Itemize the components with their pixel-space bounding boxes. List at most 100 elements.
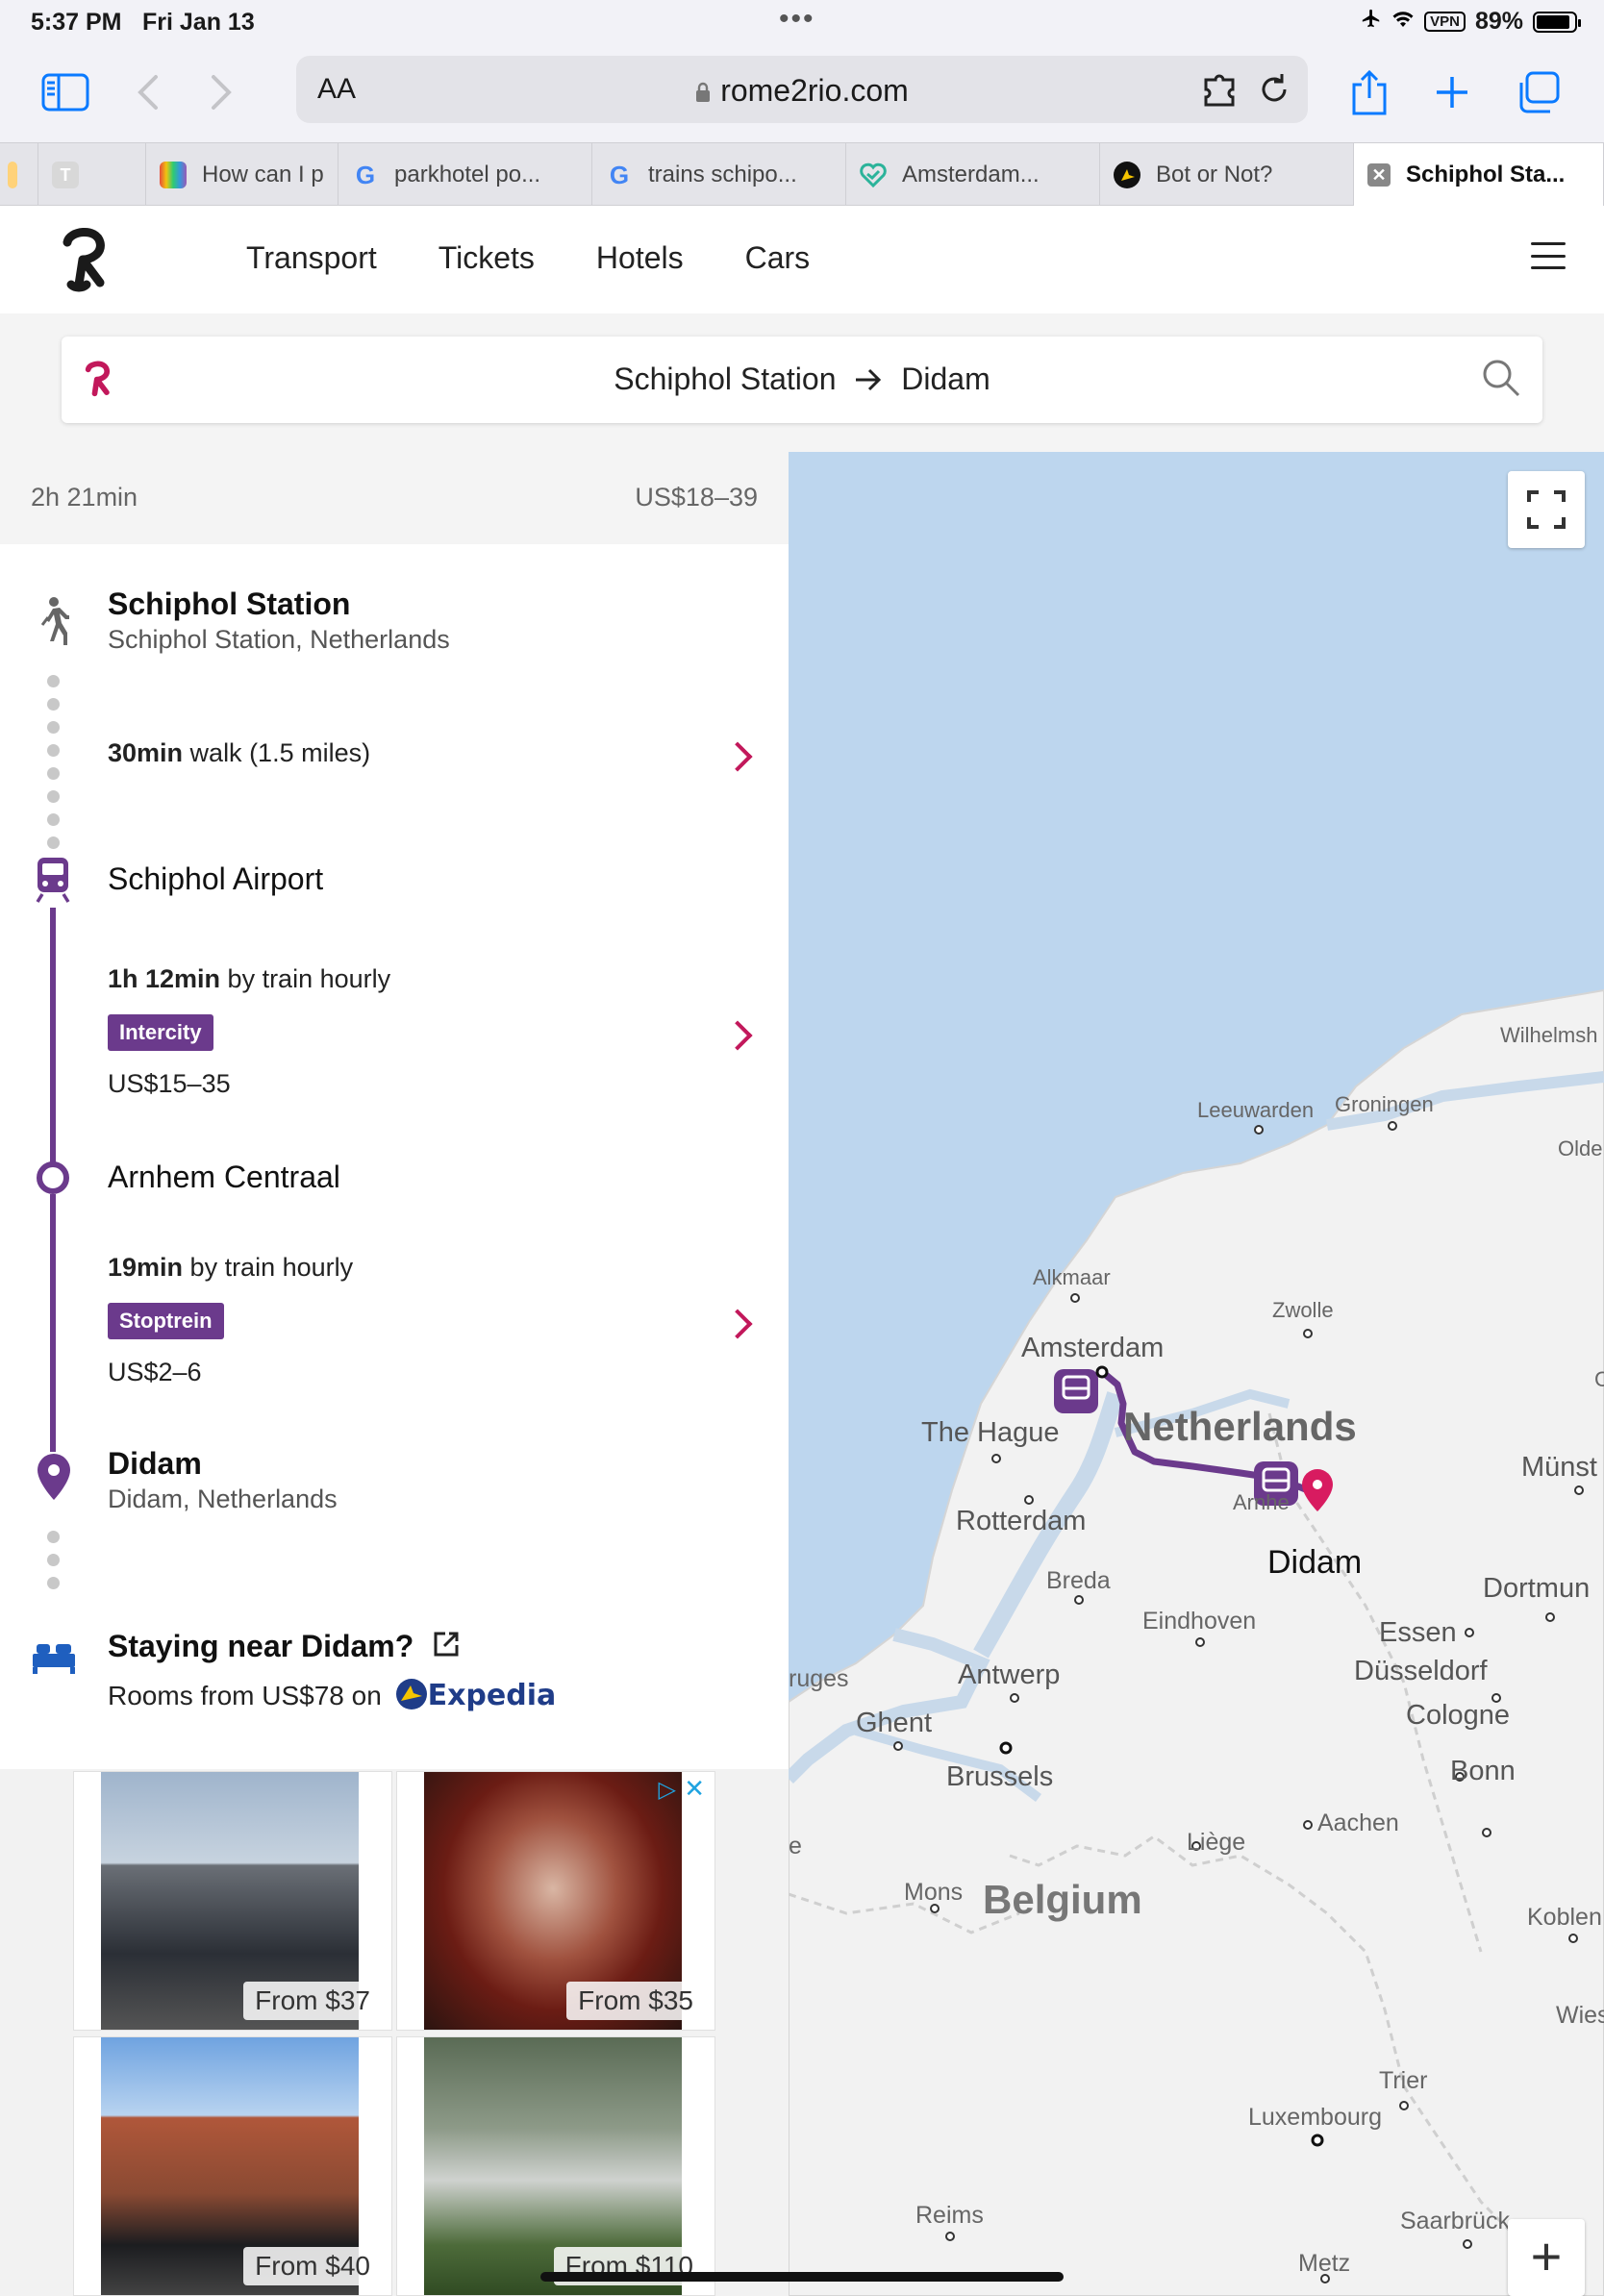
destination-name: Didam (108, 1446, 202, 1481)
multitasking-dots-icon[interactable]: ••• (779, 3, 815, 36)
walk-dot (47, 813, 60, 826)
nav-tickets[interactable]: Tickets (439, 240, 535, 276)
battery-icon (1533, 11, 1581, 33)
new-tab-icon[interactable] (1425, 65, 1479, 119)
tab-item[interactable]: How can I p (146, 143, 338, 207)
map-label-wiesbaden: Wies (1556, 2002, 1604, 2029)
tab-item-active[interactable]: ✕ Schiphol Sta... (1354, 143, 1604, 207)
ad-tile[interactable]: From $40 (73, 2036, 392, 2296)
ad-tile[interactable]: From $35 ▷ ✕ (396, 1771, 715, 2031)
url-display[interactable]: rome2rio.com (296, 73, 1308, 109)
walk-segment[interactable]: 30min walk (1.5 miles) (108, 738, 370, 768)
hamburger-menu-icon[interactable] (1531, 242, 1566, 269)
route-from: Schiphol Station (614, 362, 837, 396)
map-label-oldenburg: Olde (1558, 1136, 1603, 1160)
close-tab-icon[interactable]: ✕ (1367, 163, 1391, 187)
stoptrein-badge: Stoptrein (108, 1303, 224, 1339)
ad-price: From $35 (566, 1982, 705, 2020)
site-header: Transport Tickets Hotels Cars (0, 206, 1604, 313)
google-icon: G (609, 160, 630, 189)
chevron-right-icon[interactable] (722, 1020, 753, 1051)
tab-item[interactable]: G trains schipo... (592, 143, 846, 207)
walk-dot (47, 698, 60, 711)
chevron-right-icon[interactable] (722, 741, 753, 772)
close-ad-icon[interactable]: ✕ (684, 1774, 705, 1804)
origin-name: Schiphol Station (108, 586, 351, 621)
walk-dot (47, 1577, 60, 1589)
status-date: Fri Jan 13 (142, 9, 255, 36)
map-label-koblenz: Koblen (1527, 1904, 1602, 1931)
map-label-munster: Münst (1521, 1452, 1597, 1483)
map-label-the-hague: The Hague (921, 1417, 1060, 1448)
status-time: 5:37 PM (31, 9, 122, 36)
plane-compass-icon (1114, 162, 1140, 188)
tab-bar: T How can I p G parkhotel po... G trains… (0, 142, 1604, 207)
map-label-amsterdam: Amsterdam (1021, 1333, 1165, 1363)
tab-item[interactable]: Bot or Not? (1100, 143, 1354, 207)
external-link-icon (432, 1630, 461, 1666)
ad-tile[interactable]: From $110 (396, 2036, 715, 2296)
itinerary-panel: 2h 21min US$18–39 Schiphol Station Schip… (0, 452, 789, 2296)
map-label-dusseldorf: Düsseldorf (1354, 1656, 1488, 1686)
map-label-arnhem: Arnhe (1233, 1490, 1290, 1514)
nav-transport[interactable]: Transport (246, 240, 377, 276)
map-label-wilhelmshaven: Wilhelmsh (1500, 1023, 1598, 1047)
home-indicator[interactable] (540, 2272, 1064, 2282)
walk-dot (47, 1531, 60, 1543)
route-summary[interactable]: Schiphol Station Didam (62, 362, 1542, 400)
route-map[interactable]: Wilhelmsh Groningen Leeuwarden Olde Alkm… (789, 452, 1604, 2296)
adchoices-icon[interactable]: ▷ (659, 1776, 676, 1804)
total-duration: 2h 21min (31, 483, 138, 512)
route-search-box[interactable]: Schiphol Station Didam (62, 337, 1542, 423)
nav-hotels[interactable]: Hotels (596, 240, 684, 276)
walk-detail: walk (1.5 miles) (183, 738, 371, 767)
reload-icon[interactable] (1256, 71, 1292, 112)
map-label-belgium: Belgium (983, 1877, 1142, 1922)
tab-overview-icon[interactable] (1512, 65, 1566, 119)
intermediate-stop-icon (37, 1161, 69, 1194)
extension-puzzle-icon[interactable] (1202, 72, 1241, 112)
map-label-ghent: Ghent (856, 1708, 932, 1738)
battery-percent: 89% (1474, 8, 1523, 35)
forward-icon[interactable] (194, 65, 248, 119)
map-label-rotterdam: Rotterdam (956, 1506, 1087, 1536)
train-segment-2[interactable]: 19min by train hourly (108, 1253, 353, 1283)
train-segment-1[interactable]: 1h 12min by train hourly (108, 964, 390, 994)
sidebar-icon[interactable] (38, 65, 92, 119)
rome2rio-logo[interactable] (58, 225, 115, 297)
tab-label: trains schipo... (648, 162, 797, 187)
fullscreen-button[interactable] (1508, 471, 1585, 548)
tab-item[interactable]: G parkhotel po... (338, 143, 592, 207)
browser-toolbar: AA rome2rio.com (0, 46, 1604, 142)
stay-title[interactable]: Staying near Didam? (108, 1629, 461, 1666)
zoom-in-button[interactable]: + (1508, 2219, 1585, 2296)
train-route-line (50, 1194, 56, 1452)
address-bar[interactable]: AA rome2rio.com (296, 56, 1308, 123)
search-icon[interactable] (1481, 358, 1521, 403)
tab-item[interactable]: Amsterdam... (846, 143, 1100, 207)
total-price: US$18–39 (635, 483, 758, 512)
back-icon[interactable] (121, 65, 175, 119)
tab-item[interactable]: T (38, 143, 146, 207)
tab-label: Bot or Not? (1156, 162, 1273, 187)
map-label-cologne: Cologne (1406, 1700, 1511, 1731)
expedia-logo[interactable]: Expedia (428, 1679, 557, 1712)
nav-cars[interactable]: Cars (745, 240, 811, 276)
map-label-bonn: Bonn (1450, 1756, 1516, 1786)
ad-tile[interactable]: From $37 (73, 1771, 392, 2031)
map-label-edge-c: C (1594, 1367, 1604, 1391)
share-icon[interactable] (1342, 65, 1396, 119)
chevron-right-icon[interactable] (722, 1309, 753, 1339)
walk-duration: 30min (108, 738, 184, 767)
map-land (789, 988, 1604, 2296)
stay-subtitle: Rooms from US$78 on Expedia (108, 1678, 556, 1717)
walk-dot (47, 721, 60, 734)
destination-sub: Didam, Netherlands (108, 1485, 338, 1513)
map-label-brussels: Brussels (946, 1761, 1054, 1792)
tab-label: How can I p (202, 162, 324, 187)
url-host: rome2rio.com (720, 73, 909, 108)
tab-item[interactable] (0, 143, 38, 207)
colorful-favicon-icon (160, 162, 187, 188)
tab-label: parkhotel po... (394, 162, 541, 187)
map-label-aachen: Aachen (1317, 1809, 1399, 1836)
